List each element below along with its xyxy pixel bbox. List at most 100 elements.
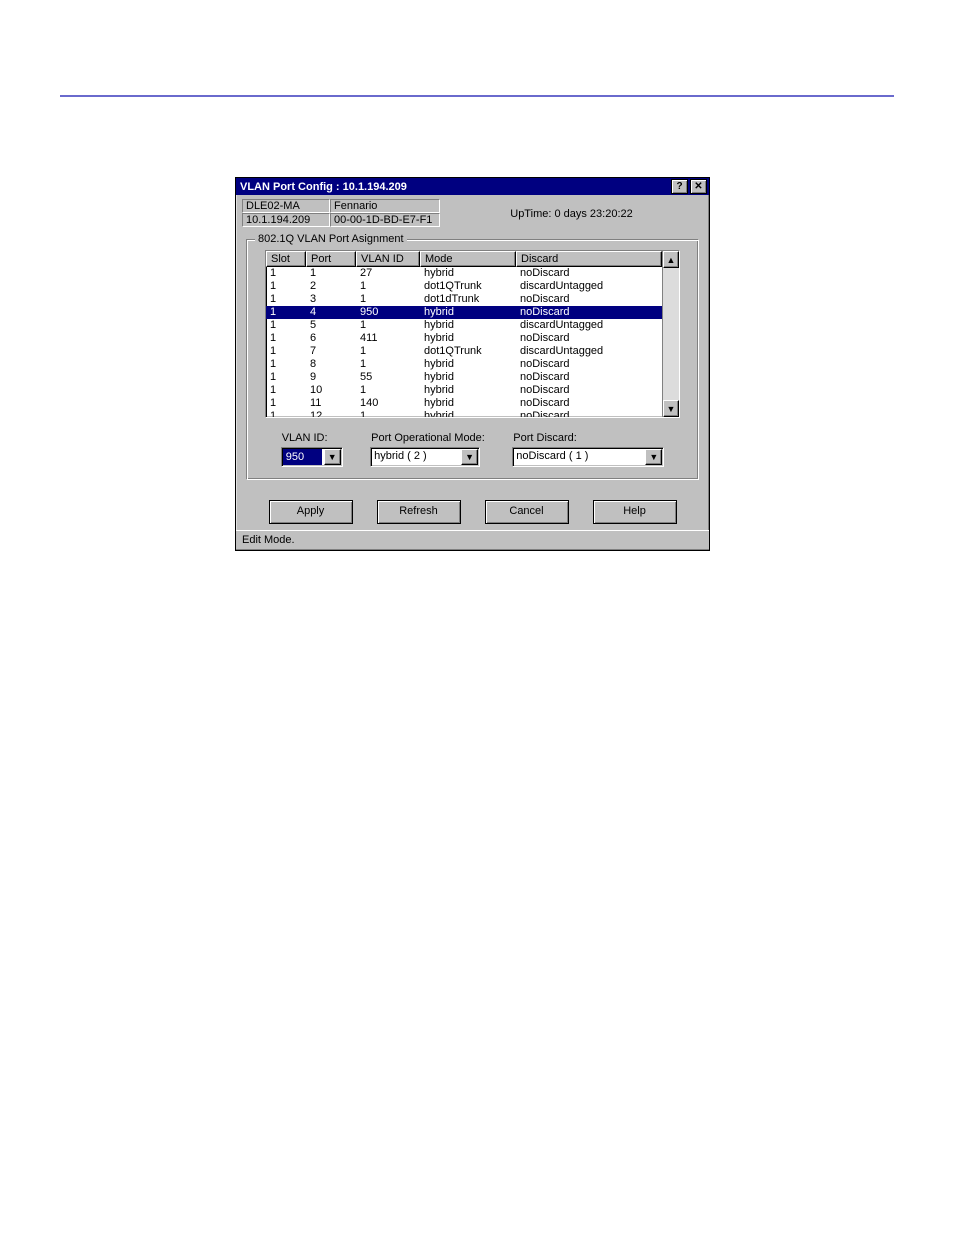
cell-vlan: 27: [356, 267, 420, 280]
col-mode[interactable]: Mode: [420, 251, 516, 267]
discard-select[interactable]: noDiscard ( 1 ) ▼: [512, 447, 664, 467]
cancel-button[interactable]: Cancel: [485, 500, 569, 524]
mode-select[interactable]: hybrid ( 2 ) ▼: [370, 447, 480, 467]
cell-slot: 1: [266, 280, 306, 293]
cell-vlan: 1: [356, 384, 420, 397]
cell-slot: 1: [266, 306, 306, 319]
cell-port: 12: [306, 410, 356, 417]
cell-discard: noDiscard: [516, 293, 662, 306]
cell-port: 4: [306, 306, 356, 319]
scroll-track[interactable]: [663, 268, 679, 400]
cell-slot: 1: [266, 397, 306, 410]
port-assignment-group: 802.1Q VLAN Port Asignment Slot Port VLA…: [246, 239, 699, 480]
mode-label: Port Operational Mode:: [370, 432, 485, 444]
scroll-down-icon[interactable]: ▼: [663, 400, 679, 417]
cell-discard: noDiscard: [516, 306, 662, 319]
help-icon[interactable]: ?: [671, 179, 688, 194]
vlan-port-config-window: VLAN Port Config : 10.1.194.209 ? ✕ DLE0…: [235, 177, 710, 551]
uptime-label: UpTime: 0 days 23:20:22: [440, 206, 703, 220]
refresh-button[interactable]: Refresh: [377, 500, 461, 524]
cell-discard: discardUntagged: [516, 345, 662, 358]
help-button[interactable]: Help: [593, 500, 677, 524]
col-port[interactable]: Port: [306, 251, 356, 267]
cell-port: 11: [306, 397, 356, 410]
cell-vlan: 1: [356, 280, 420, 293]
table-row[interactable]: 121dot1QTrunkdiscardUntagged: [266, 280, 662, 293]
device-ip-field: 10.1.194.209: [242, 213, 330, 227]
device-mac-field: 00-00-1D-BD-E7-F1: [330, 213, 440, 227]
chevron-down-icon[interactable]: ▼: [461, 449, 478, 465]
cell-vlan: 1: [356, 358, 420, 371]
mode-value: hybrid ( 2 ): [371, 448, 460, 466]
cell-mode: hybrid: [420, 319, 516, 332]
cell-slot: 1: [266, 293, 306, 306]
table-header: Slot Port VLAN ID Mode Discard: [266, 251, 662, 267]
group-legend: 802.1Q VLAN Port Asignment: [255, 233, 407, 245]
dialog-buttons: Apply Refresh Cancel Help: [236, 486, 709, 530]
device-header: DLE02-MA 10.1.194.209 Fennario 00-00-1D-…: [236, 195, 709, 227]
status-bar: Edit Mode.: [236, 530, 709, 550]
scrollbar[interactable]: ▲ ▼: [662, 251, 679, 417]
chevron-down-icon[interactable]: ▼: [324, 449, 341, 465]
port-table[interactable]: Slot Port VLAN ID Mode Discard 1127hybri…: [265, 250, 680, 418]
cell-discard: noDiscard: [516, 332, 662, 345]
cell-discard: noDiscard: [516, 384, 662, 397]
vlan-id-label: VLAN ID:: [281, 432, 343, 444]
cell-mode: dot1dTrunk: [420, 293, 516, 306]
col-slot[interactable]: Slot: [266, 251, 306, 267]
titlebar[interactable]: VLAN Port Config : 10.1.194.209 ? ✕: [236, 178, 709, 195]
table-row[interactable]: 1127hybridnoDiscard: [266, 267, 662, 280]
cell-vlan: 140: [356, 397, 420, 410]
table-row[interactable]: 1955hybridnoDiscard: [266, 371, 662, 384]
edit-form: VLAN ID: 950 ▼ Port Operational Mode: hy…: [257, 418, 688, 467]
table-row[interactable]: 1101hybridnoDiscard: [266, 384, 662, 397]
table-row[interactable]: 16411hybridnoDiscard: [266, 332, 662, 345]
col-vlan-id[interactable]: VLAN ID: [356, 251, 420, 267]
cell-slot: 1: [266, 410, 306, 417]
table-row[interactable]: 171dot1QTrunkdiscardUntagged: [266, 345, 662, 358]
cell-slot: 1: [266, 371, 306, 384]
cell-discard: noDiscard: [516, 358, 662, 371]
table-row[interactable]: 131dot1dTrunknoDiscard: [266, 293, 662, 306]
cell-port: 5: [306, 319, 356, 332]
table-row[interactable]: 181hybridnoDiscard: [266, 358, 662, 371]
cell-port: 2: [306, 280, 356, 293]
chevron-down-icon[interactable]: ▼: [645, 449, 662, 465]
cell-mode: hybrid: [420, 358, 516, 371]
page-rule: [60, 95, 894, 97]
cell-discard: noDiscard: [516, 410, 662, 417]
table-row[interactable]: 14950hybridnoDiscard: [266, 306, 662, 319]
vlan-id-input[interactable]: 950 ▼: [281, 447, 343, 467]
cell-mode: dot1QTrunk: [420, 280, 516, 293]
cell-mode: hybrid: [420, 306, 516, 319]
cell-mode: hybrid: [420, 371, 516, 384]
cell-slot: 1: [266, 319, 306, 332]
cell-slot: 1: [266, 345, 306, 358]
cell-vlan: 411: [356, 332, 420, 345]
table-row[interactable]: 151hybriddiscardUntagged: [266, 319, 662, 332]
close-icon[interactable]: ✕: [690, 179, 707, 194]
cell-discard: noDiscard: [516, 397, 662, 410]
cell-port: 7: [306, 345, 356, 358]
cell-vlan: 1: [356, 345, 420, 358]
cell-port: 6: [306, 332, 356, 345]
cell-port: 3: [306, 293, 356, 306]
table-row[interactable]: 1121hybridnoDiscard: [266, 410, 662, 417]
cell-mode: hybrid: [420, 267, 516, 280]
col-discard[interactable]: Discard: [516, 251, 662, 267]
cell-port: 1: [306, 267, 356, 280]
cell-slot: 1: [266, 384, 306, 397]
cell-mode: hybrid: [420, 384, 516, 397]
cell-slot: 1: [266, 267, 306, 280]
cell-vlan: 950: [356, 306, 420, 319]
vlan-id-value: 950: [283, 449, 322, 465]
scroll-up-icon[interactable]: ▲: [663, 251, 679, 268]
table-row[interactable]: 111140hybridnoDiscard: [266, 397, 662, 410]
cell-port: 10: [306, 384, 356, 397]
cell-vlan: 1: [356, 293, 420, 306]
cell-port: 9: [306, 371, 356, 384]
cell-discard: discardUntagged: [516, 280, 662, 293]
cell-slot: 1: [266, 332, 306, 345]
apply-button[interactable]: Apply: [269, 500, 353, 524]
discard-label: Port Discard:: [512, 432, 664, 444]
